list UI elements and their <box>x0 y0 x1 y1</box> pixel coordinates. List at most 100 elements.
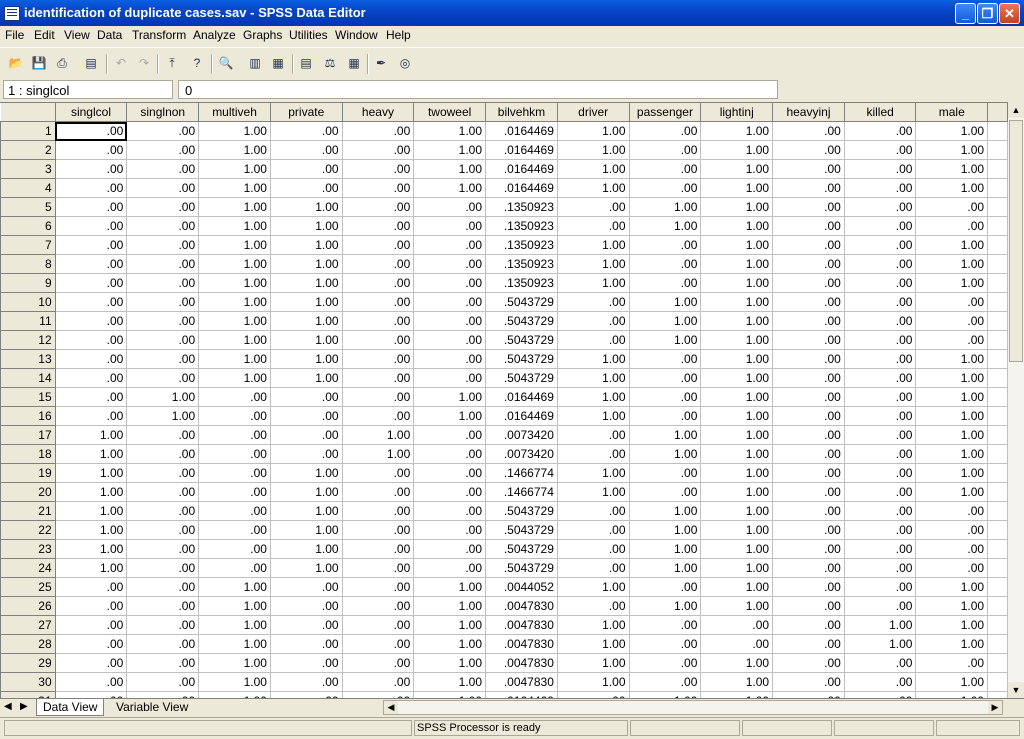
cell-lightinj[interactable]: 1.00 <box>700 140 774 160</box>
cell-driver[interactable]: .00 <box>556 596 630 616</box>
column-header-heavyinj[interactable]: heavyinj <box>772 102 845 122</box>
cell-heavyinj[interactable]: .00 <box>772 216 845 236</box>
column-header-driver[interactable]: driver <box>556 102 630 122</box>
cell-singlcol[interactable]: .00 <box>54 577 128 597</box>
cell-driver[interactable]: .00 <box>556 330 630 350</box>
cell-private[interactable]: 1.00 <box>269 273 343 293</box>
cell-heavyinj[interactable]: .00 <box>772 254 845 274</box>
cell-empty[interactable] <box>987 140 1008 160</box>
cell-driver[interactable]: 1.00 <box>556 653 630 673</box>
cell-private[interactable]: .00 <box>269 577 343 597</box>
cell-singlnon[interactable]: .00 <box>126 539 200 559</box>
cell-bilvehkm[interactable]: .1350923 <box>485 197 558 217</box>
cell-twoweel[interactable]: .00 <box>413 273 487 293</box>
cell-killed[interactable]: 1.00 <box>843 615 917 635</box>
cell-male[interactable]: 1.00 <box>915 577 989 597</box>
cell-heavy[interactable]: .00 <box>341 463 415 483</box>
cell-private[interactable]: .00 <box>269 159 343 179</box>
cell-lightinj[interactable]: 1.00 <box>700 672 774 692</box>
cell-heavyinj[interactable]: .00 <box>772 577 845 597</box>
cell-passenger[interactable]: .00 <box>628 634 702 654</box>
variables-icon[interactable]: ? <box>187 53 207 73</box>
menu-analyze[interactable]: Analyze <box>193 28 236 42</box>
cell-lightinj[interactable]: 1.00 <box>700 577 774 597</box>
cell-bilvehkm[interactable]: .5043729 <box>485 501 558 521</box>
cell-heavyinj[interactable]: .00 <box>772 558 845 578</box>
cell-passenger[interactable]: .00 <box>628 406 702 426</box>
cell-multiveh[interactable]: .00 <box>198 387 271 407</box>
cell-lightinj[interactable]: 1.00 <box>700 539 774 559</box>
cell-multiveh[interactable]: .00 <box>198 406 271 426</box>
cell-passenger[interactable]: .00 <box>628 482 702 502</box>
column-header-heavy[interactable]: heavy <box>341 102 415 122</box>
cell-passenger[interactable]: .00 <box>628 254 702 274</box>
cell-killed[interactable]: .00 <box>843 349 917 369</box>
cell-lightinj[interactable]: 1.00 <box>700 178 774 198</box>
cell-bilvehkm[interactable]: .0047830 <box>485 634 558 654</box>
cell-singlnon[interactable]: .00 <box>126 330 200 350</box>
cell-passenger[interactable]: .00 <box>628 672 702 692</box>
cell-heavyinj[interactable]: .00 <box>772 520 845 540</box>
cell-passenger[interactable]: 1.00 <box>628 216 702 236</box>
cell-lightinj[interactable]: 1.00 <box>700 520 774 540</box>
row-header[interactable]: 14 <box>0 368 56 388</box>
cell-heavyinj[interactable]: .00 <box>772 311 845 331</box>
cell-passenger[interactable]: 1.00 <box>628 311 702 331</box>
cell-singlcol[interactable]: .00 <box>54 159 128 179</box>
cell-driver[interactable]: 1.00 <box>556 387 630 407</box>
cell-singlnon[interactable]: .00 <box>126 140 200 160</box>
cell-driver[interactable]: .00 <box>556 501 630 521</box>
cell-lightinj[interactable]: 1.00 <box>700 330 774 350</box>
cell-heavyinj[interactable]: .00 <box>772 406 845 426</box>
cell-killed[interactable]: .00 <box>843 292 917 312</box>
cell-heavy[interactable]: .00 <box>341 368 415 388</box>
cell-killed[interactable]: .00 <box>843 197 917 217</box>
cell-bilvehkm[interactable]: .0047830 <box>485 653 558 673</box>
cell-lightinj[interactable]: 1.00 <box>700 216 774 236</box>
tab-data-view[interactable]: Data View <box>36 699 105 716</box>
cell-male[interactable]: 1.00 <box>915 254 989 274</box>
row-header[interactable]: 19 <box>0 463 56 483</box>
cell-multiveh[interactable]: 1.00 <box>198 292 271 312</box>
cell-driver[interactable]: 1.00 <box>556 254 630 274</box>
cell-empty[interactable] <box>987 216 1008 236</box>
row-header[interactable]: 23 <box>0 539 56 559</box>
cell-passenger[interactable]: .00 <box>628 121 702 141</box>
menu-utilities[interactable]: Utilities <box>289 28 328 42</box>
cell-heavy[interactable]: .00 <box>341 197 415 217</box>
cell-bilvehkm[interactable]: .1350923 <box>485 235 558 255</box>
row-header[interactable]: 29 <box>0 653 56 673</box>
cell-lightinj[interactable]: 1.00 <box>700 349 774 369</box>
cell-singlnon[interactable]: .00 <box>126 349 200 369</box>
cell-bilvehkm[interactable]: .0164469 <box>485 159 558 179</box>
cell-private[interactable]: 1.00 <box>269 539 343 559</box>
cell-multiveh[interactable]: .00 <box>198 558 271 578</box>
cell-bilvehkm[interactable]: .0164469 <box>485 121 558 141</box>
cell-private[interactable]: 1.00 <box>269 235 343 255</box>
cell-singlcol[interactable]: .00 <box>54 292 128 312</box>
row-header[interactable]: 17 <box>0 425 56 445</box>
cell-twoweel[interactable]: .00 <box>413 292 487 312</box>
cell-twoweel[interactable]: 1.00 <box>413 178 487 198</box>
cell-twoweel[interactable]: 1.00 <box>413 596 487 616</box>
vertical-scrollbar[interactable]: ▲ ▼ <box>1008 102 1024 698</box>
cell-singlnon[interactable]: .00 <box>126 558 200 578</box>
cell-driver[interactable]: .00 <box>556 558 630 578</box>
cell-killed[interactable]: .00 <box>843 254 917 274</box>
cell-twoweel[interactable]: .00 <box>413 444 487 464</box>
cell-driver[interactable]: 1.00 <box>556 577 630 597</box>
cell-driver[interactable]: 1.00 <box>556 159 630 179</box>
cell-heavyinj[interactable]: .00 <box>772 235 845 255</box>
cell-lightinj[interactable]: .00 <box>700 634 774 654</box>
cell-killed[interactable]: .00 <box>843 273 917 293</box>
cell-empty[interactable] <box>987 159 1008 179</box>
cell-multiveh[interactable]: .00 <box>198 463 271 483</box>
goto-case-icon[interactable]: ⤒ <box>162 53 182 73</box>
cell-heavy[interactable]: .00 <box>341 140 415 160</box>
cell-killed[interactable]: .00 <box>843 330 917 350</box>
cell-lightinj[interactable]: 1.00 <box>700 444 774 464</box>
row-header[interactable]: 6 <box>0 216 56 236</box>
cell-bilvehkm[interactable]: .5043729 <box>485 520 558 540</box>
column-header-bilvehkm[interactable]: bilvehkm <box>485 102 558 122</box>
cell-twoweel[interactable]: .00 <box>413 349 487 369</box>
